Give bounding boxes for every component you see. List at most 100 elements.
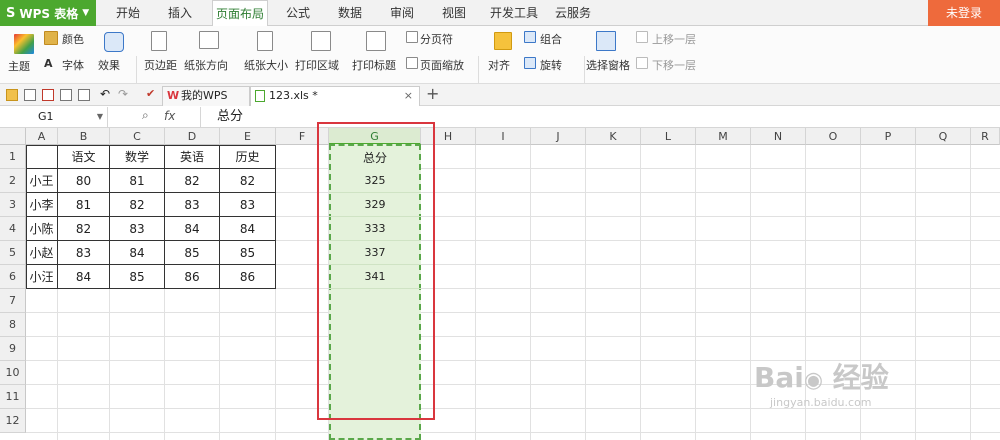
zoom-search-icon[interactable]: ⌕ <box>142 108 149 123</box>
column-header-p[interactable]: P <box>861 128 916 145</box>
tab-home[interactable]: 开始 <box>108 0 148 26</box>
fx-icon[interactable]: fx <box>164 109 175 123</box>
page-break-button[interactable]: 分页符 <box>420 31 453 47</box>
tab-page-layout[interactable]: 页面布局 <box>212 0 268 27</box>
page-zoom-button[interactable]: 页面缩放 <box>420 57 464 73</box>
column-header-k[interactable]: K <box>586 128 641 145</box>
column-header-c[interactable]: C <box>110 128 165 145</box>
score-cell[interactable]: 84 <box>220 217 276 241</box>
tab-cloud[interactable]: 云服务 <box>548 0 598 26</box>
row-header-1[interactable]: 1 <box>0 145 26 169</box>
column-header-q[interactable]: Q <box>916 128 971 145</box>
theme-icon[interactable] <box>14 34 34 54</box>
column-header-j[interactable]: J <box>531 128 586 145</box>
margins-button[interactable]: 页边距 <box>144 57 177 73</box>
doc-tab-123-xls[interactable]: 123.xls * × <box>250 86 420 106</box>
score-cell[interactable]: 85 <box>165 241 220 265</box>
tab-developer[interactable]: 开发工具 <box>484 0 544 26</box>
row-header-9[interactable]: 9 <box>0 337 26 361</box>
export-pdf-icon[interactable] <box>42 89 54 101</box>
select-pane-button[interactable]: 选择窗格 <box>586 57 630 73</box>
column-header-i[interactable]: I <box>476 128 531 145</box>
save-icon[interactable] <box>24 89 36 101</box>
score-cell[interactable]: 82 <box>220 169 276 193</box>
doc-tab-my-wps[interactable]: W 我的WPS <box>162 86 250 106</box>
tab-review[interactable]: 审阅 <box>382 0 422 26</box>
column-header-n[interactable]: N <box>751 128 806 145</box>
score-cell[interactable]: 82 <box>110 193 165 217</box>
chevron-down-icon[interactable]: ▼ <box>97 107 103 127</box>
theme-button[interactable]: 主题 <box>8 58 30 74</box>
orientation-button[interactable]: 纸张方向 <box>184 57 228 73</box>
paper-size-button[interactable]: 纸张大小 <box>244 57 288 73</box>
print-icon[interactable] <box>60 89 72 101</box>
row-header-11[interactable]: 11 <box>0 385 26 409</box>
tab-formulas[interactable]: 公式 <box>278 0 318 26</box>
effect-button[interactable]: 效果 <box>98 57 120 73</box>
new-tab-icon[interactable]: + <box>426 84 439 103</box>
score-cell[interactable]: 83 <box>220 193 276 217</box>
score-cell[interactable]: 82 <box>165 169 220 193</box>
student-name-cell[interactable]: 小汪 <box>26 265 58 289</box>
corner-select-all[interactable] <box>0 128 26 145</box>
score-cell[interactable]: 81 <box>110 169 165 193</box>
open-icon[interactable] <box>6 89 18 101</box>
student-name-cell[interactable]: 小赵 <box>26 241 58 265</box>
table-header-cell[interactable]: 英语 <box>165 145 220 169</box>
align-button[interactable]: 对齐 <box>488 57 510 73</box>
score-cell[interactable]: 84 <box>58 265 110 289</box>
row-header-6[interactable]: 6 <box>0 265 26 289</box>
student-name-cell[interactable]: 小李 <box>26 193 58 217</box>
row-header-8[interactable]: 8 <box>0 313 26 337</box>
login-button[interactable]: 未登录 <box>928 0 1000 26</box>
score-cell[interactable]: 81 <box>58 193 110 217</box>
tab-insert[interactable]: 插入 <box>160 0 200 26</box>
customize-icon[interactable]: ✔ <box>146 87 155 100</box>
row-header-2[interactable]: 2 <box>0 169 26 193</box>
undo-icon[interactable]: ↶ <box>100 87 110 101</box>
column-header-l[interactable]: L <box>641 128 696 145</box>
print-area-button[interactable]: 打印区域 <box>295 57 339 73</box>
column-header-b[interactable]: B <box>58 128 110 145</box>
score-cell[interactable]: 83 <box>58 241 110 265</box>
row-header-3[interactable]: 3 <box>0 193 26 217</box>
redo-icon[interactable]: ↷ <box>118 87 128 101</box>
score-cell[interactable]: 83 <box>165 193 220 217</box>
app-menu-button[interactable]: S WPS 表格 ▼ <box>0 0 96 26</box>
send-backward-button[interactable]: 下移一层 <box>652 57 696 73</box>
table-header-cell[interactable]: 历史 <box>220 145 276 169</box>
close-icon[interactable]: × <box>404 87 413 105</box>
score-cell[interactable]: 86 <box>165 265 220 289</box>
name-box[interactable]: G1 ▼ <box>0 107 108 127</box>
column-header-r[interactable]: R <box>971 128 1000 145</box>
tab-view[interactable]: 视图 <box>434 0 474 26</box>
row-header-4[interactable]: 4 <box>0 217 26 241</box>
student-name-cell[interactable]: 小陈 <box>26 217 58 241</box>
score-cell[interactable]: 83 <box>110 217 165 241</box>
score-cell[interactable]: 84 <box>110 241 165 265</box>
rotate-button[interactable]: 旋转 <box>540 57 562 73</box>
row-header-5[interactable]: 5 <box>0 241 26 265</box>
column-header-a[interactable]: A <box>26 128 58 145</box>
score-cell[interactable]: 82 <box>58 217 110 241</box>
score-cell[interactable]: 85 <box>110 265 165 289</box>
group-button[interactable]: 组合 <box>540 31 562 47</box>
column-header-e[interactable]: E <box>220 128 276 145</box>
score-cell[interactable]: 86 <box>220 265 276 289</box>
tab-data[interactable]: 数据 <box>330 0 370 26</box>
font-button[interactable]: 字体 <box>62 57 84 73</box>
row-header-12[interactable]: 12 <box>0 409 26 433</box>
table-header-cell[interactable]: 语文 <box>58 145 110 169</box>
column-header-d[interactable]: D <box>165 128 220 145</box>
row-header-10[interactable]: 10 <box>0 361 26 385</box>
score-cell[interactable]: 84 <box>165 217 220 241</box>
bring-forward-button[interactable]: 上移一层 <box>652 31 696 47</box>
print-titles-button[interactable]: 打印标题 <box>352 57 396 73</box>
color-button[interactable]: 颜色 <box>62 31 84 47</box>
table-header-cell[interactable] <box>26 145 58 169</box>
column-header-m[interactable]: M <box>696 128 751 145</box>
table-header-cell[interactable]: 数学 <box>110 145 165 169</box>
score-cell[interactable]: 80 <box>58 169 110 193</box>
column-header-o[interactable]: O <box>806 128 861 145</box>
student-name-cell[interactable]: 小王 <box>26 169 58 193</box>
